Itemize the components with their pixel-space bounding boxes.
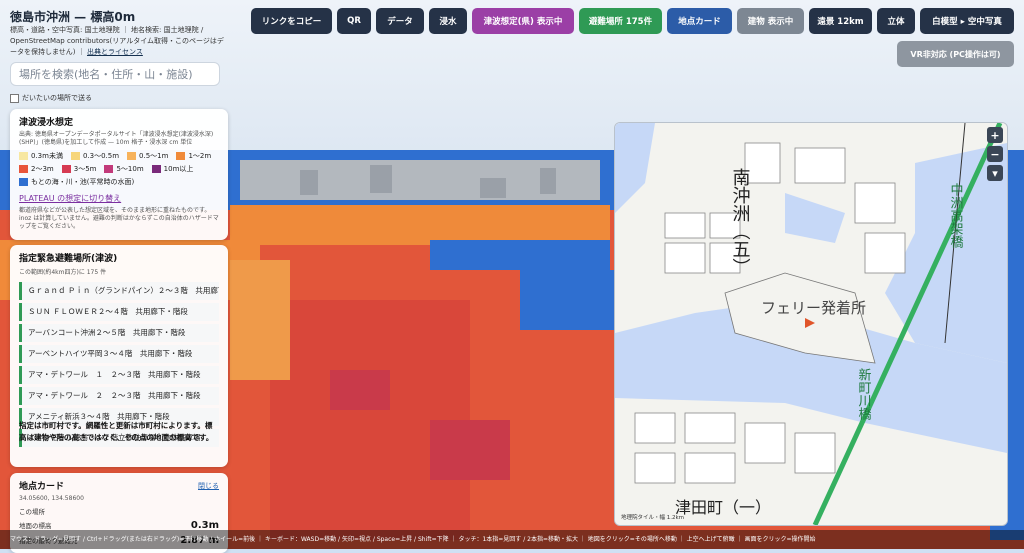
shelters-button[interactable]: 避難場所 175件 xyxy=(579,8,662,34)
flood-button[interactable]: 浸水 xyxy=(429,8,467,34)
legend-item: もとの海・川・池(平常時の水面) xyxy=(19,177,134,187)
vr-status: VR非対応 (PC操作は可) xyxy=(897,41,1014,67)
legend-label: 0.3〜0.5m xyxy=(82,152,120,160)
data-button[interactable]: データ xyxy=(376,8,424,34)
legend-swatch xyxy=(61,165,71,173)
building xyxy=(540,168,556,194)
point-coordinates: 34.05600, 134.58600 xyxy=(19,495,84,502)
shelter-panel: 指定緊急避難場所(津波) この範囲(約4km四方)に 175 件 Ｇｒａｎｄ Ｐ… xyxy=(10,245,228,467)
shelter-item[interactable]: アーバンコート沖洲２〜５階 共用廊下・階段 xyxy=(19,324,219,342)
bridge-label-1: 中洲高架橋 xyxy=(948,183,964,249)
inundation-band xyxy=(230,260,290,380)
tsunami-toggle-button[interactable]: 津波想定(県) 表示中 xyxy=(472,8,574,34)
legend-item: 5〜10m xyxy=(104,164,144,174)
place-label: この場所 xyxy=(19,508,45,516)
ferry-label: フェリー発着所 xyxy=(761,299,866,317)
shelter-note: 指定は市町村です。網羅性と更新は市町村によります。標高は建物や階の高さではなく、… xyxy=(19,421,214,442)
legend-swatch xyxy=(19,152,28,160)
tsunami-legend: 0.3m未満 0.3〜0.5m 0.5〜1m 1〜2m 2〜3m 3〜5m 5〜10m 10m… xyxy=(19,151,219,187)
legend-swatch xyxy=(176,152,186,160)
copy-link-button[interactable]: リンクをコピー xyxy=(251,8,332,34)
place-row: この場所 xyxy=(19,506,219,516)
legend-swatch xyxy=(104,165,114,173)
building xyxy=(300,170,318,195)
legend-label: 5〜10m xyxy=(116,165,144,173)
zoom-out-button[interactable]: − xyxy=(987,146,1003,162)
tsunami-source: 出典: 徳島県オープンデータポータルサイト「津波浸水想定(津波浸水深)(SHP)… xyxy=(19,131,214,146)
point-card-button[interactable]: 地点カード xyxy=(667,8,732,34)
plateau-switch-link[interactable]: PLATEAU の想定に切り替え xyxy=(19,193,219,204)
approx-checkbox[interactable] xyxy=(10,93,19,103)
legend-label: 10m以上 xyxy=(163,165,194,173)
legend-item: 3〜5m xyxy=(61,164,97,174)
legend-swatch xyxy=(151,165,161,173)
approx-label: だいたいの場所で送る xyxy=(22,94,92,102)
map-scale: 地理院タイル・幅 1.2km xyxy=(621,515,685,521)
distance-button[interactable]: 遠景 12km xyxy=(809,8,872,34)
shelter-item[interactable]: アマ・デトワール １ ２〜３階 共用廊下・階段 xyxy=(19,366,219,384)
legend-swatch xyxy=(19,178,28,186)
legend-item: 0.5〜1m xyxy=(127,151,168,161)
page-title: 徳島市沖洲 — 標高0m xyxy=(10,10,136,24)
shelter-item[interactable]: アーベントハイツ平岡３〜４階 共用廊下・階段 xyxy=(19,345,219,363)
legend-item: 2〜3m xyxy=(19,164,54,174)
shelter-panel-title: 指定緊急避難場所(津波) xyxy=(19,254,118,264)
tsunami-panel-title: 津波浸水想定 xyxy=(19,118,74,128)
building xyxy=(480,178,506,198)
legend-swatch xyxy=(19,165,28,173)
bridge-label-2: 新町川橋 xyxy=(856,367,872,421)
mini-map[interactable]: 南沖洲（五） フェリー発着所 中洲高架橋 新町川橋 津田町（一） + − ▾ 地… xyxy=(614,122,1008,526)
legend-label: 0.3m未満 xyxy=(31,152,63,160)
approx-location-option[interactable]: だいたいの場所で送る xyxy=(10,93,92,103)
solid-button[interactable]: 立体 xyxy=(877,8,915,34)
search-input[interactable] xyxy=(10,62,220,86)
qr-button[interactable]: QR xyxy=(337,8,371,34)
map-graphic: 南沖洲（五） フェリー発着所 中洲高架橋 新町川橋 津田町（一） xyxy=(615,123,1007,525)
compass-button[interactable]: ▾ xyxy=(987,165,1003,181)
legend-label: 0.5〜1m xyxy=(139,152,169,160)
legend-item: 1〜2m xyxy=(176,151,211,161)
inundation-band xyxy=(430,240,610,270)
district-label: 南沖洲（五） xyxy=(730,168,751,276)
buildings-toggle-button[interactable]: 建物 表示中 xyxy=(737,8,804,34)
legend-item: 10m以上 xyxy=(151,164,194,174)
tsunami-note: 都道府県などが公表した想定区域を、そのまま地形に重ねたものです。inoz は計算… xyxy=(19,207,219,230)
legend-item: 0.3m未満 xyxy=(19,151,63,161)
shelter-count: この範囲(約4km四方)に 175 件 xyxy=(19,269,107,276)
shelter-item[interactable]: アマ・デトワール ２ ２〜３階 共用廊下・階段 xyxy=(19,387,219,405)
inundation-band xyxy=(520,270,614,330)
legend-label: もとの海・川・池(平常時の水面) xyxy=(31,178,135,186)
point-card-title: 地点カード xyxy=(19,482,65,492)
credits: 標高・道路・空中写真: 国土地理院 ｜ 地名検索: 国土地理院 / OpenSt… xyxy=(10,25,228,58)
controls-hint-bar: マウス：ドラッグ=見回す / Ctrl+ドラッグ(または右ドラッグ)=平行移動 … xyxy=(0,530,1024,549)
building xyxy=(370,165,392,193)
legend-label: 3〜5m xyxy=(73,165,97,173)
legend-swatch xyxy=(127,152,137,160)
zoom-in-button[interactable]: + xyxy=(987,127,1003,143)
legend-swatch xyxy=(70,152,80,160)
tsunami-panel: 津波浸水想定 出典: 徳島県オープンデータポータルサイト「津波浸水想定(津波浸水… xyxy=(10,109,228,240)
point-card-close-link[interactable]: 閉じる xyxy=(198,481,219,491)
inundation-band xyxy=(230,205,610,245)
shelter-item[interactable]: ＳＵＮ ＦＬＯＷＥＲ２〜４階 共用廊下・階段 xyxy=(19,303,219,321)
inundation-band xyxy=(430,420,510,480)
legend-label: 1〜2m xyxy=(188,152,212,160)
legend-label: 2〜3m xyxy=(31,165,54,173)
license-link[interactable]: 出典とライセンス xyxy=(87,48,143,56)
inundation-band xyxy=(330,370,390,410)
legend-item: 0.3〜0.5m xyxy=(70,151,120,161)
shelter-item[interactable]: Ｇｒａｎｄ Ｐｉｎ（グランドパイン）２〜３階 共用廊下・階段 xyxy=(19,282,219,300)
town-label: 津田町（一） xyxy=(675,498,771,517)
base-style-button[interactable]: 白模型 ▸ 空中写真 xyxy=(920,8,1014,34)
